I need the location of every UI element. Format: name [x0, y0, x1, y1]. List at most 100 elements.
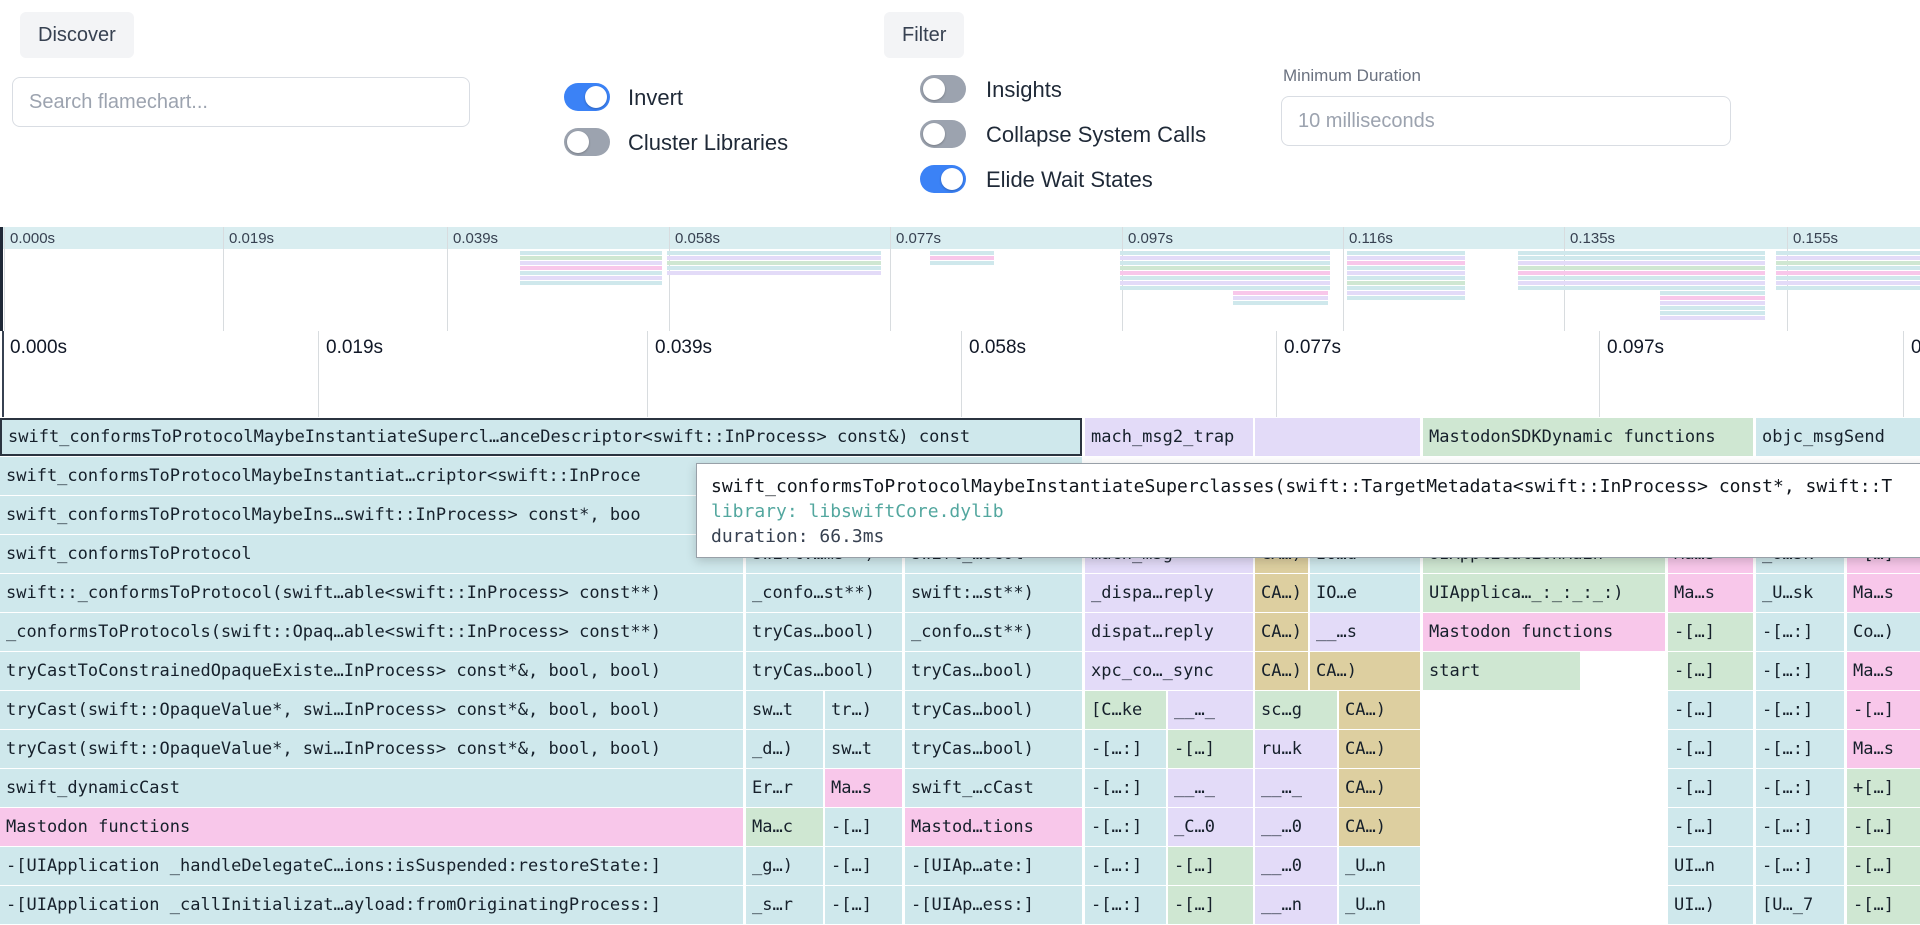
flame-cell[interactable]: -[…:]: [1756, 652, 1844, 690]
flame-cell[interactable]: UI…n: [1668, 847, 1753, 885]
flame-cell[interactable]: -[…:]: [1085, 769, 1166, 807]
flame-cell[interactable]: [C…ke: [1085, 691, 1166, 729]
flame-cell[interactable]: -[…]: [1668, 808, 1753, 846]
flame-cell[interactable]: -[…:]: [1756, 847, 1844, 885]
flame-cell[interactable]: Mastod…tions: [905, 808, 1082, 846]
flame-cell[interactable]: start: [1423, 652, 1580, 690]
flame-cell[interactable]: _d…): [746, 730, 823, 768]
flame-cell[interactable]: -[…]: [1847, 847, 1920, 885]
flame-cell[interactable]: -[UIAp…ate:]: [905, 847, 1082, 885]
flame-cell[interactable]: swift_conformsToProtocol: [0, 535, 743, 573]
flame-cell[interactable]: -[…:]: [1085, 808, 1166, 846]
flame-cell[interactable]: UI…): [1668, 886, 1753, 924]
flame-cell[interactable]: [U…_7: [1756, 886, 1844, 924]
flame-cell[interactable]: -[…:]: [1085, 847, 1166, 885]
flame-cell[interactable]: Ma…s: [1847, 574, 1920, 612]
flame-cell[interactable]: MastodonSDKDynamic functions: [1423, 418, 1753, 456]
flame-cell[interactable]: CA…): [1339, 808, 1420, 846]
flame-cell[interactable]: swift_…cCast: [905, 769, 1082, 807]
flame-cell[interactable]: -[UIAp…ess:]: [905, 886, 1082, 924]
flame-cell[interactable]: tryCas…bool): [746, 652, 902, 690]
flame-cell[interactable]: -[UIApplication _handleDelegateC…ions:is…: [0, 847, 743, 885]
flame-cell[interactable]: _confo…st**): [746, 574, 902, 612]
flame-cell-selected[interactable]: swift_conformsToProtocolMaybeInstantiate…: [0, 418, 1082, 456]
flame-cell[interactable]: -[…]: [1168, 730, 1253, 768]
flame-cell[interactable]: [1255, 418, 1420, 456]
flame-cell[interactable]: __…n: [1255, 886, 1337, 924]
flame-cell[interactable]: -[…]: [1847, 808, 1920, 846]
flame-cell[interactable]: -[…]: [1168, 886, 1253, 924]
flame-cell[interactable]: tr…): [825, 691, 902, 729]
flame-cell[interactable]: CA…): [1255, 613, 1308, 651]
flame-cell[interactable]: mach_msg2_trap: [1085, 418, 1253, 456]
flame-cell[interactable]: -[…]: [1668, 613, 1753, 651]
flame-cell[interactable]: _U…sk: [1756, 574, 1844, 612]
flame-cell[interactable]: Co…): [1847, 613, 1920, 651]
flame-cell[interactable]: _dispa…reply: [1085, 574, 1253, 612]
flame-cell[interactable]: Mastodon functions: [0, 808, 743, 846]
flame-cell[interactable]: sw…t: [825, 730, 902, 768]
flame-cell[interactable]: _confo…st**): [905, 613, 1082, 651]
flame-cell[interactable]: xpc_co…_sync: [1085, 652, 1253, 690]
flame-cell[interactable]: -[…:]: [1756, 730, 1844, 768]
flame-cell[interactable]: -[…:]: [1085, 730, 1166, 768]
flame-cell[interactable]: Er…r: [746, 769, 823, 807]
flame-cell[interactable]: -[UIApplication _callInitializat…ayload:…: [0, 886, 743, 924]
flame-cell[interactable]: Ma…s: [1668, 574, 1753, 612]
flame-cell[interactable]: -[…]: [1847, 691, 1920, 729]
flame-cell[interactable]: UIApplica…_:_:_:_:): [1423, 574, 1665, 612]
flame-cell[interactable]: _s…r: [746, 886, 823, 924]
flame-cell[interactable]: _U…n: [1339, 886, 1420, 924]
flame-cell[interactable]: _C…0: [1168, 808, 1253, 846]
flame-cell[interactable]: CA…): [1310, 652, 1420, 690]
flame-cell[interactable]: -[…]: [1668, 769, 1753, 807]
flame-cell[interactable]: CA…): [1255, 652, 1308, 690]
flame-cell[interactable]: swift::_conformsToProtocol(swift…able<sw…: [0, 574, 743, 612]
flame-cell[interactable]: dispat…reply: [1085, 613, 1253, 651]
flame-cell[interactable]: tryCast(swift::OpaqueValue*, swi…InProce…: [0, 730, 743, 768]
flame-cell[interactable]: tryCas…bool): [905, 691, 1082, 729]
flame-cell[interactable]: -[…]: [1668, 691, 1753, 729]
flame-cell[interactable]: tryCas…bool): [905, 730, 1082, 768]
flame-cell[interactable]: ru…k: [1255, 730, 1337, 768]
flame-cell[interactable]: Ma…c: [746, 808, 823, 846]
flame-cell[interactable]: -[…]: [1847, 886, 1920, 924]
flame-cell[interactable]: swift:…st**): [905, 574, 1082, 612]
flame-cell[interactable]: -[…:]: [1756, 769, 1844, 807]
flame-cell[interactable]: CA…): [1255, 574, 1308, 612]
flame-cell[interactable]: CA…): [1339, 691, 1420, 729]
flame-cell[interactable]: CA…): [1339, 769, 1420, 807]
flame-cell[interactable]: tryCast(swift::OpaqueValue*, swi…InProce…: [0, 691, 743, 729]
flame-cell[interactable]: sw…t: [746, 691, 823, 729]
flame-cell[interactable]: __…_: [1168, 769, 1253, 807]
flame-cell[interactable]: IO…e: [1310, 574, 1420, 612]
flame-cell[interactable]: -[…]: [825, 808, 902, 846]
flame-cell[interactable]: -[…]: [825, 847, 902, 885]
flame-cell[interactable]: tryCas…bool): [746, 613, 902, 651]
flame-cell[interactable]: -[…:]: [1756, 691, 1844, 729]
flame-cell[interactable]: -[…]: [1668, 730, 1753, 768]
flame-cell[interactable]: tryCas…bool): [905, 652, 1082, 690]
flame-cell[interactable]: _U…n: [1339, 847, 1420, 885]
flame-cell[interactable]: -[…]: [1168, 847, 1253, 885]
flame-cell[interactable]: tryCastToConstrainedOpaqueExiste…InProce…: [0, 652, 743, 690]
flame-cell[interactable]: -[…:]: [1756, 613, 1844, 651]
flame-cell[interactable]: -[…]: [825, 886, 902, 924]
flame-cell[interactable]: -[…]: [1668, 652, 1753, 690]
flame-cell[interactable]: __…_: [1255, 769, 1337, 807]
flame-cell[interactable]: __…_: [1168, 691, 1253, 729]
flame-cell[interactable]: swift_dynamicCast: [0, 769, 743, 807]
flame-cell[interactable]: Mastodon functions: [1423, 613, 1665, 651]
flame-cell[interactable]: Ma…s: [825, 769, 902, 807]
flame-cell[interactable]: Ma…s: [1847, 652, 1920, 690]
flame-cell[interactable]: Ma…s: [1847, 730, 1920, 768]
flame-cell[interactable]: _g…): [746, 847, 823, 885]
flame-cell[interactable]: -[…:]: [1085, 886, 1166, 924]
flame-cell[interactable]: objc_msgSend: [1756, 418, 1920, 456]
flame-cell[interactable]: _conformsToProtocols(swift::Opaq…able<sw…: [0, 613, 743, 651]
flame-cell[interactable]: __…s: [1310, 613, 1420, 651]
flame-cell[interactable]: -[…:]: [1756, 808, 1844, 846]
flame-cell[interactable]: __…0: [1255, 808, 1337, 846]
flame-cell[interactable]: +[…]: [1847, 769, 1920, 807]
flame-cell[interactable]: __…0: [1255, 847, 1337, 885]
